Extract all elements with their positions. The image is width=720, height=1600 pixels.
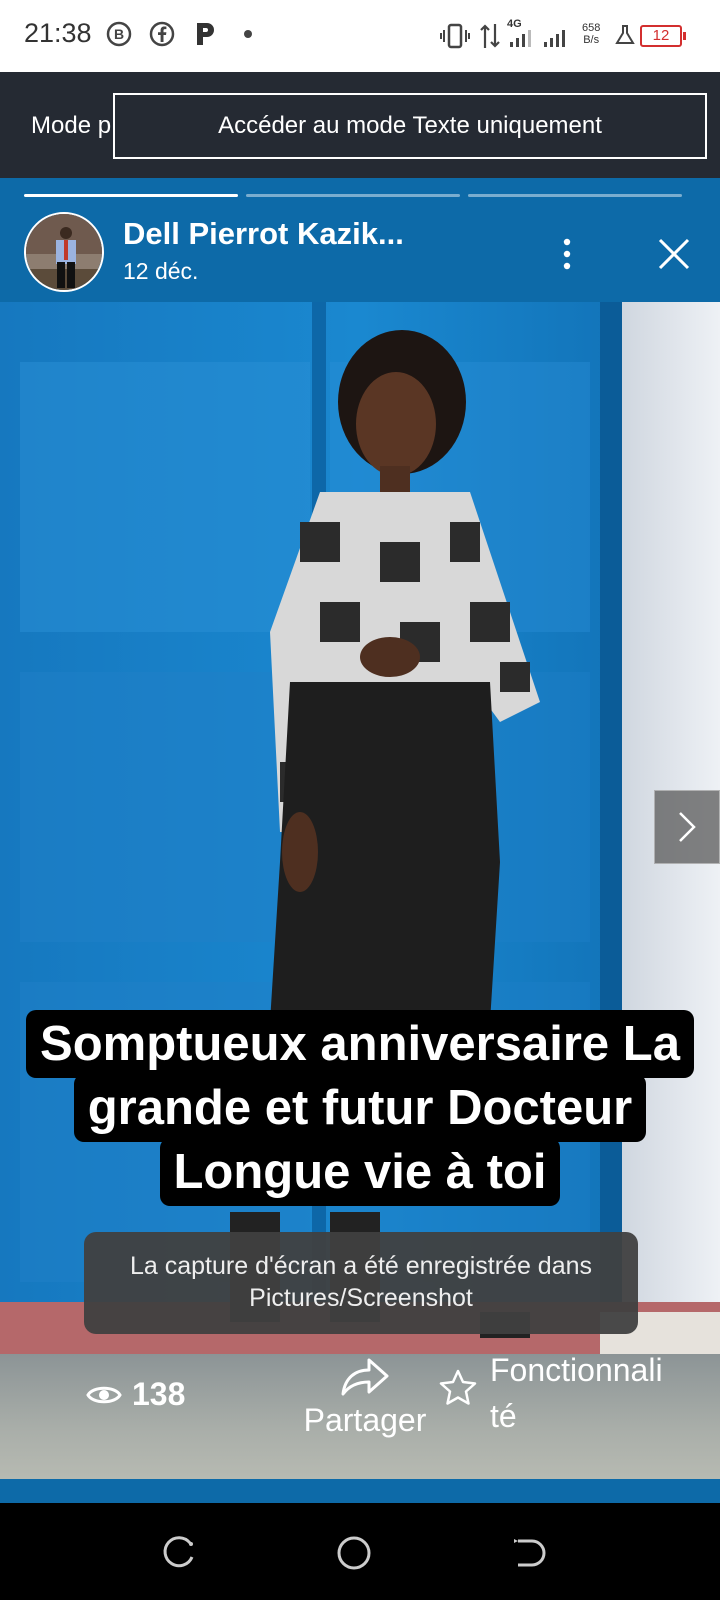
text-only-mode-button[interactable]: Accéder au mode Texte uniquement (113, 93, 707, 159)
avatar[interactable] (24, 212, 104, 292)
story-header: Dell Pierrot Kazik... 12 déc. (0, 202, 720, 302)
eye-icon (86, 1386, 122, 1403)
share-arrow-icon (341, 1358, 389, 1396)
network-speed-unit: B/s (583, 34, 600, 46)
toast-line1: La capture d'écran a été enregistrée dan… (129, 1252, 593, 1280)
next-story-button[interactable] (654, 790, 720, 864)
author-name[interactable]: Dell Pierrot Kazik... (123, 216, 404, 252)
caption-line: grande et futur Docteur (73, 1074, 647, 1142)
mode-label: Mode p (31, 112, 112, 139)
text-only-mode-label: Accéder au mode Texte uniquement (218, 112, 602, 139)
text-mode-banner: Mode p Accéder au mode Texte uniquement (0, 72, 720, 178)
feature-label: Fonctionnali té (490, 1347, 690, 1439)
views-value: 138 (132, 1376, 186, 1412)
toast-line2: Pictures/Screenshot (249, 1284, 473, 1312)
screenshot-toast: La capture d'écran a été enregistrée dan… (84, 1232, 638, 1334)
signal-icon (510, 30, 565, 47)
story-caption: Somptueux anniversaire La grande et futu… (0, 1010, 720, 1206)
share-button[interactable]: Partager (300, 1354, 430, 1439)
recent-apps-icon[interactable] (160, 1533, 200, 1573)
share-label: Partager (303, 1402, 427, 1438)
status-bar: 21:38 B 4G 658 B/s 12 (0, 0, 720, 72)
status-time: 21:38 (24, 18, 92, 48)
flask-icon (615, 25, 635, 44)
p-app-icon (197, 23, 214, 45)
b-circle-icon: B (106, 21, 132, 47)
vibrate-icon (440, 23, 470, 49)
back-icon[interactable] (510, 1533, 550, 1573)
chevron-right-icon (679, 812, 696, 842)
story-progress-segment-1 (24, 194, 238, 197)
more-options-icon[interactable] (562, 234, 592, 274)
home-icon[interactable] (334, 1533, 374, 1573)
feature-label-line2: té (490, 1398, 517, 1434)
facebook-icon (149, 21, 175, 47)
network-speed-value: 658 (582, 22, 601, 34)
data-arrows-icon (480, 24, 500, 48)
views-count[interactable]: 138 (86, 1376, 185, 1413)
screen: 21:38 B 4G 658 B/s 12 Mode p Accéder au … (0, 0, 720, 1600)
network-speed: 658 B/s (582, 22, 600, 46)
battery-icon: 12 (640, 25, 686, 47)
dot-icon (244, 30, 252, 38)
story-actions-bar: 138 Partager Fonctionnali té (0, 1352, 720, 1479)
system-nav-bar (0, 1503, 720, 1600)
story-photo (0, 302, 720, 1382)
story-progress-segment-3 (468, 194, 682, 197)
caption-line: Longue vie à toi (159, 1138, 561, 1206)
star-icon (439, 1369, 477, 1405)
story-progress-segment-2 (246, 194, 460, 197)
story-date: 12 déc. (123, 258, 199, 284)
feature-label-line1: Fonctionnali (490, 1352, 663, 1388)
story-viewer: Dell Pierrot Kazik... 12 déc. Somptueux … (0, 178, 720, 1503)
close-icon[interactable] (656, 236, 692, 272)
svg-text:B: B (114, 26, 124, 42)
caption-line: Somptueux anniversaire La (26, 1010, 694, 1078)
